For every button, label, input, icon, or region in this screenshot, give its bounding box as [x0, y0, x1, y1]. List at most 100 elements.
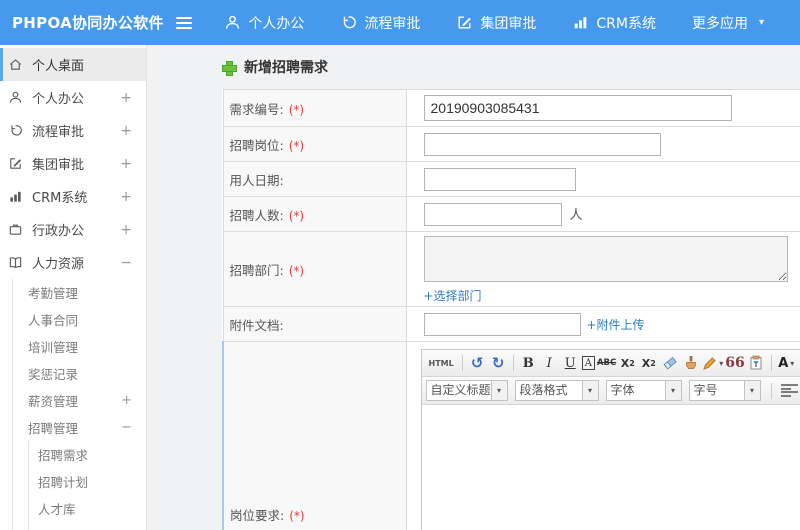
blockquote-button[interactable]: 66 — [725, 353, 744, 373]
collapse-icon[interactable]: − — [120, 255, 132, 271]
sidebar-label: 薪资管理 — [28, 394, 79, 409]
clipboard-icon — [750, 355, 762, 370]
font-family-select[interactable]: 字体 ▾ — [605, 380, 682, 401]
italic-button[interactable]: I — [540, 353, 559, 373]
caret-down-icon[interactable]: ▾ — [582, 380, 599, 401]
sidebar-item-group-approval[interactable]: 集团审批 + — [0, 147, 146, 180]
hire-date-input[interactable] — [423, 167, 576, 191]
remove-format-button[interactable] — [660, 353, 679, 373]
sidebar-item-admin-office[interactable]: 行政办公 + — [0, 213, 146, 246]
sidebar-item-rewards[interactable]: 奖惩记录 — [13, 360, 146, 387]
bold-button[interactable]: B — [519, 353, 538, 373]
expand-icon[interactable]: + — [120, 222, 132, 238]
expand-icon[interactable]: + — [120, 90, 132, 106]
underline-button[interactable]: U — [561, 353, 580, 373]
sidebar-label: 招聘管理 — [28, 421, 79, 436]
align-left-button[interactable] — [780, 384, 798, 397]
caret-down-icon[interactable]: ▾ — [744, 380, 761, 401]
sidebar-item-attendance[interactable]: 考勤管理 — [13, 279, 146, 306]
sidebar-hr-submenu: 考勤管理 人事合同 培训管理 奖惩记录 薪资管理 + 招聘管理 − 招聘需求 招… — [12, 279, 146, 530]
color-pen-button[interactable]: ▾ — [702, 353, 723, 373]
font-size-select[interactable]: 字号 ▾ — [688, 380, 761, 401]
sidebar-item-workflow-approval[interactable]: 流程审批 + — [0, 114, 146, 147]
required-mark: (*) — [288, 102, 305, 117]
toolbar-separator — [770, 355, 772, 371]
attachment-upload-link[interactable]: +附件上传 — [587, 318, 645, 332]
expand-icon[interactable]: + — [120, 123, 132, 139]
position-input[interactable] — [423, 132, 661, 156]
attachment-input[interactable] — [423, 312, 581, 336]
sidebar-item-hr[interactable]: 人力资源 − — [0, 246, 146, 279]
paragraph-format-select[interactable]: 段落格式 ▾ — [514, 380, 599, 401]
edit-icon — [456, 14, 473, 31]
select-value: 段落格式 — [514, 380, 583, 401]
brush-icon — [685, 356, 696, 369]
collapse-icon[interactable]: − — [121, 420, 132, 435]
sidebar-item-hr-contract[interactable]: 人事合同 — [13, 306, 146, 333]
user-icon — [224, 14, 241, 31]
book-icon — [8, 255, 24, 271]
expand-icon[interactable]: + — [120, 189, 132, 205]
sidebar-item-desktop[interactable]: 个人桌面 — [0, 48, 146, 81]
topnav-label: 个人办公 — [248, 15, 305, 32]
sidebar-item-recruit-plan[interactable]: 招聘计划 — [29, 468, 146, 495]
source-code-button[interactable]: HTML — [426, 353, 457, 373]
strikethrough-button[interactable]: ABC — [597, 353, 616, 373]
topnav-workflow-approval[interactable]: 流程审批 — [340, 13, 420, 33]
select-value: 字号 — [688, 380, 745, 401]
hamburger-icon[interactable] — [174, 13, 194, 33]
caret-down-icon[interactable]: ▾ — [491, 380, 508, 401]
superscript-button[interactable]: X2 — [618, 353, 637, 373]
bar-chart-icon — [572, 14, 589, 31]
font-color-button[interactable]: A ▾ — [777, 353, 796, 373]
sidebar-label: 行政办公 — [32, 224, 85, 239]
user-icon — [8, 90, 24, 106]
history-icon — [8, 123, 24, 139]
sidebar-item-crm[interactable]: CRM系统 + — [0, 180, 146, 213]
topnav-label: 流程审批 — [364, 15, 421, 32]
form-row-position: 招聘岗位: (*) — [222, 126, 800, 162]
required-mark: (*) — [288, 263, 305, 278]
sidebar-item-salary[interactable]: 薪资管理 + — [13, 387, 146, 414]
field-label: 需求编号: — [229, 101, 284, 117]
sidebar-item-recruit-demand[interactable]: 招聘需求 — [29, 441, 146, 468]
top-bar: PHPOA协同办公软件 个人办公 流程审批 集团审批 CRM系统 更多应用 ▾ — [0, 0, 800, 45]
topnav-more-apps[interactable]: 更多应用 ▾ — [692, 13, 764, 33]
sidebar-item-recruitment[interactable]: 招聘管理 − — [13, 414, 146, 441]
editor-toolbar-row2: 自定义标题 ▾ 段落格式 ▾ 字体 ▾ 字号 ▾ — [421, 377, 800, 405]
redo-button[interactable]: ↻ — [489, 353, 508, 373]
topnav-group-approval[interactable]: 集团审批 — [456, 13, 536, 33]
required-mark: (*) — [288, 208, 305, 223]
sidebar-item-personal-office[interactable]: 个人办公 + — [0, 81, 146, 114]
demand-number-input[interactable] — [423, 95, 732, 121]
field-label: 招聘人数: — [229, 207, 284, 223]
format-brush-button[interactable] — [681, 353, 700, 373]
editor-content[interactable] — [421, 405, 800, 530]
undo-button[interactable]: ↺ — [468, 353, 487, 373]
char-border-button[interactable]: A — [581, 356, 595, 370]
expand-icon[interactable]: + — [121, 393, 132, 408]
bar-chart-icon — [8, 189, 24, 205]
heading-select[interactable]: 自定义标题 ▾ — [425, 380, 508, 401]
department-textarea[interactable] — [423, 236, 788, 282]
top-navigation: 个人办公 流程审批 集团审批 CRM系统 更多应用 ▾ — [224, 13, 800, 33]
caret-down-icon[interactable]: ▾ — [665, 380, 682, 401]
toolbar-separator — [461, 355, 463, 371]
expand-icon[interactable]: + — [120, 156, 132, 172]
subscript-button[interactable]: X2 — [639, 353, 658, 373]
sidebar-label: 奖惩记录 — [28, 367, 79, 382]
recruitment-demand-form: 需求编号: (*) 招聘岗位: (*) 用人日期: 招聘人数: (*) 人 招聘部门:… — [222, 89, 800, 530]
eraser-icon — [663, 356, 677, 370]
sidebar-item-talent-pool[interactable]: 人才库 — [29, 495, 146, 522]
app-logo: PHPOA协同办公软件 — [12, 14, 164, 32]
headcount-input[interactable] — [423, 202, 562, 226]
sidebar-item-training[interactable]: 培训管理 — [13, 333, 146, 360]
caret-down-icon: ▾ — [790, 358, 795, 368]
select-department-link[interactable]: +选择部门 — [424, 287, 482, 304]
form-row-department: 招聘部门: (*) +选择部门 — [222, 231, 800, 307]
topnav-crm[interactable]: CRM系统 — [572, 13, 656, 33]
topnav-personal-office[interactable]: 个人办公 — [224, 13, 304, 33]
field-label: 招聘岗位: — [229, 137, 284, 153]
field-label: 招聘部门: — [229, 262, 284, 278]
paste-text-button[interactable] — [747, 353, 766, 373]
